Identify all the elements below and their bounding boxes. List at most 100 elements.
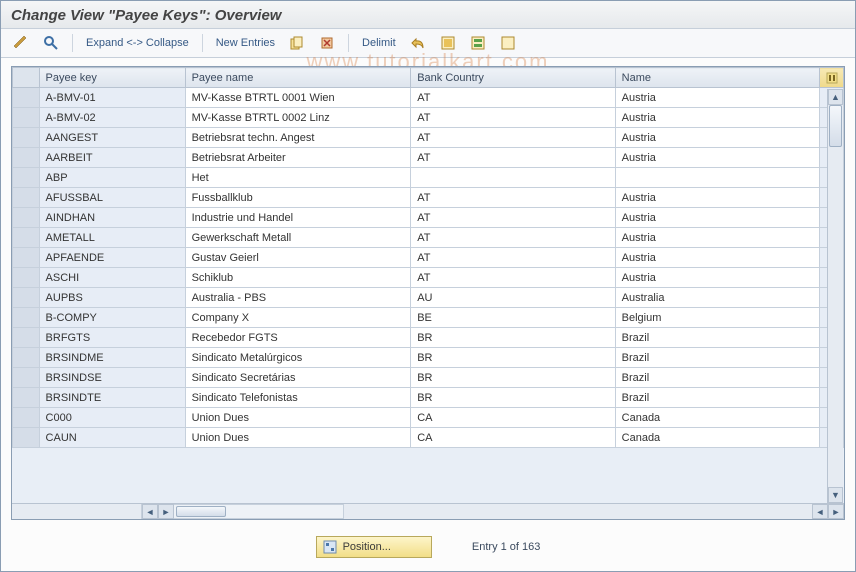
cell-payee-name[interactable]: Betriebsrat techn. Angest	[185, 128, 411, 148]
scroll-right2-icon[interactable]: ►	[828, 504, 844, 519]
cell-country-name[interactable]: Brazil	[615, 328, 819, 348]
table-row[interactable]: AUPBSAustralia - PBSAUAustralia	[13, 288, 844, 308]
select-all-icon[interactable]	[436, 33, 460, 53]
table-row[interactable]: C000Union DuesCACanada	[13, 408, 844, 428]
cell-payee-key[interactable]: APFAENDE	[39, 248, 185, 268]
row-selector[interactable]	[13, 248, 40, 268]
row-selector[interactable]	[13, 288, 40, 308]
cell-country-name[interactable]: Canada	[615, 408, 819, 428]
row-selector[interactable]	[13, 168, 40, 188]
cell-bank-country[interactable]: AT	[411, 148, 615, 168]
cell-payee-name[interactable]: MV-Kasse BTRTL 0001 Wien	[185, 88, 411, 108]
cell-payee-key[interactable]: AINDHAN	[39, 208, 185, 228]
cell-payee-name[interactable]: Recebedor FGTS	[185, 328, 411, 348]
cell-country-name[interactable]: Austria	[615, 268, 819, 288]
cell-country-name[interactable]: Austria	[615, 188, 819, 208]
row-selector[interactable]	[13, 328, 40, 348]
cell-payee-key[interactable]: ASCHI	[39, 268, 185, 288]
cell-bank-country[interactable]: CA	[411, 408, 615, 428]
cell-payee-name[interactable]: Fussballklub	[185, 188, 411, 208]
scroll-up-icon[interactable]: ▲	[828, 89, 843, 105]
cell-bank-country[interactable]: BE	[411, 308, 615, 328]
table-row[interactable]: A-BMV-02MV-Kasse BTRTL 0002 LinzATAustri…	[13, 108, 844, 128]
h-track[interactable]	[174, 504, 344, 519]
cell-payee-key[interactable]: ABP	[39, 168, 185, 188]
copy-icon[interactable]	[285, 33, 309, 53]
cell-payee-name[interactable]: Sindicato Metalúrgicos	[185, 348, 411, 368]
cell-payee-name[interactable]: Union Dues	[185, 408, 411, 428]
cell-bank-country[interactable]: CA	[411, 428, 615, 448]
delimit-button[interactable]: Delimit	[358, 37, 400, 49]
table-row[interactable]: AARBEITBetriebsrat ArbeiterATAustria	[13, 148, 844, 168]
new-entries-button[interactable]: New Entries	[212, 37, 279, 49]
col-bank-country[interactable]: Bank Country	[411, 68, 615, 88]
delete-icon[interactable]	[315, 33, 339, 53]
cell-payee-key[interactable]: BRSINDTE	[39, 388, 185, 408]
cell-payee-key[interactable]: AMETALL	[39, 228, 185, 248]
cell-payee-key[interactable]: BRFGTS	[39, 328, 185, 348]
cell-country-name[interactable]: Australia	[615, 288, 819, 308]
table-row[interactable]: CAUNUnion DuesCACanada	[13, 428, 844, 448]
row-selector[interactable]	[13, 108, 40, 128]
scroll-right-icon[interactable]: ►	[158, 504, 174, 519]
cell-payee-name[interactable]: Gustav Geierl	[185, 248, 411, 268]
cell-country-name[interactable]: Austria	[615, 128, 819, 148]
row-selector[interactable]	[13, 388, 40, 408]
cell-bank-country[interactable]: BR	[411, 388, 615, 408]
row-selector[interactable]	[13, 408, 40, 428]
table-row[interactable]: APFAENDEGustav GeierlATAustria	[13, 248, 844, 268]
row-selector[interactable]	[13, 428, 40, 448]
h-thumb[interactable]	[176, 506, 226, 517]
row-selector[interactable]	[13, 208, 40, 228]
cell-payee-key[interactable]: CAUN	[39, 428, 185, 448]
col-payee-key[interactable]: Payee key	[39, 68, 185, 88]
cell-bank-country[interactable]: AT	[411, 88, 615, 108]
table-row[interactable]: A-BMV-01MV-Kasse BTRTL 0001 WienATAustri…	[13, 88, 844, 108]
cell-payee-key[interactable]: A-BMV-02	[39, 108, 185, 128]
table-row[interactable]: BRSINDTESindicato TelefonistasBRBrazil	[13, 388, 844, 408]
cell-bank-country[interactable]: AU	[411, 288, 615, 308]
undo-icon[interactable]	[406, 33, 430, 53]
table-row[interactable]: BRFGTSRecebedor FGTSBRBrazil	[13, 328, 844, 348]
cell-payee-name[interactable]: Australia - PBS	[185, 288, 411, 308]
row-selector[interactable]	[13, 88, 40, 108]
cell-payee-key[interactable]: B-COMPY	[39, 308, 185, 328]
cell-country-name[interactable]: Brazil	[615, 388, 819, 408]
details-icon[interactable]	[39, 33, 63, 53]
cell-bank-country[interactable]	[411, 168, 615, 188]
cell-payee-key[interactable]: BRSINDSE	[39, 368, 185, 388]
table-row[interactable]: ABPHet	[13, 168, 844, 188]
row-selector[interactable]	[13, 348, 40, 368]
row-selector[interactable]	[13, 268, 40, 288]
cell-bank-country[interactable]: AT	[411, 228, 615, 248]
row-selector[interactable]	[13, 148, 40, 168]
cell-country-name[interactable]: Brazil	[615, 368, 819, 388]
scroll-thumb[interactable]	[829, 105, 842, 147]
row-selector[interactable]	[13, 308, 40, 328]
cell-payee-key[interactable]: A-BMV-01	[39, 88, 185, 108]
scroll-left-icon[interactable]: ◄	[142, 504, 158, 519]
cell-payee-name[interactable]: Gewerkschaft Metall	[185, 228, 411, 248]
cell-bank-country[interactable]: AT	[411, 108, 615, 128]
cell-payee-name[interactable]: Union Dues	[185, 428, 411, 448]
cell-country-name[interactable]: Canada	[615, 428, 819, 448]
cell-country-name[interactable]: Brazil	[615, 348, 819, 368]
col-payee-name[interactable]: Payee name	[185, 68, 411, 88]
cell-country-name[interactable]: Austria	[615, 208, 819, 228]
cell-payee-name[interactable]: Industrie und Handel	[185, 208, 411, 228]
cell-bank-country[interactable]: AT	[411, 248, 615, 268]
toggle-display-icon[interactable]	[9, 33, 33, 53]
cell-bank-country[interactable]: AT	[411, 188, 615, 208]
cell-payee-name[interactable]: Sindicato Secretárias	[185, 368, 411, 388]
cell-bank-country[interactable]: AT	[411, 208, 615, 228]
cell-payee-name[interactable]: Het	[185, 168, 411, 188]
position-button[interactable]: Position...	[316, 536, 432, 558]
cell-payee-name[interactable]: MV-Kasse BTRTL 0002 Linz	[185, 108, 411, 128]
table-row[interactable]: B-COMPYCompany XBEBelgium	[13, 308, 844, 328]
cell-bank-country[interactable]: BR	[411, 348, 615, 368]
cell-bank-country[interactable]: AT	[411, 268, 615, 288]
configure-columns-icon[interactable]	[820, 68, 844, 88]
row-selector[interactable]	[13, 128, 40, 148]
cell-payee-name[interactable]: Schiklub	[185, 268, 411, 288]
vertical-scrollbar[interactable]: ▲ ▼	[827, 89, 843, 503]
